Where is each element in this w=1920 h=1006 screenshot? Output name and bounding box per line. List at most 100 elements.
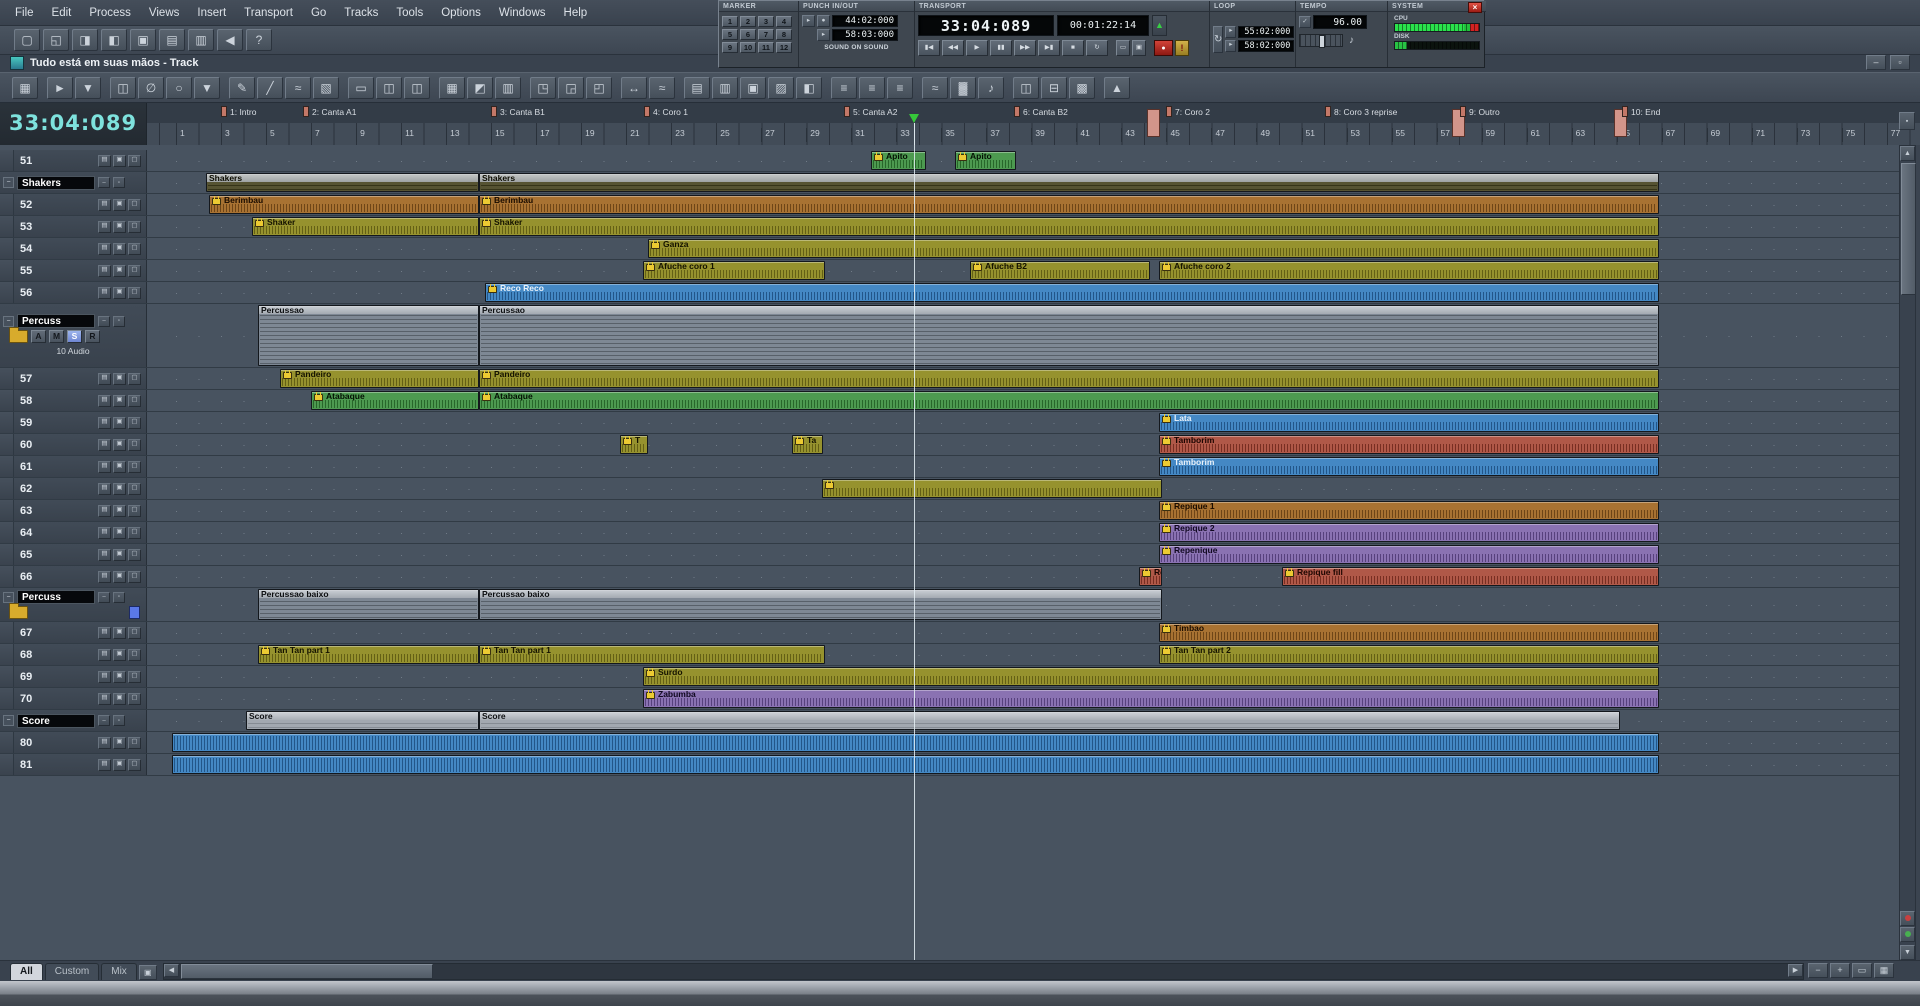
track-options-button[interactable]: ▤: [98, 394, 111, 407]
track-monitor-button[interactable]: ▣: [113, 570, 126, 583]
zoom-tool-button[interactable]: ○: [166, 76, 192, 99]
track-monitor-button[interactable]: ▣: [113, 626, 126, 639]
audio-clip[interactable]: Tan Tan part 1: [258, 645, 479, 664]
audio-clip[interactable]: Apito: [871, 151, 926, 170]
track-lane[interactable]: Afuche coro 1 Afuche B2 Afuche coro 2: [147, 260, 1899, 281]
timeline-marker-6-canta-b2[interactable]: 6: Canta B2: [1014, 106, 1068, 117]
track-lane[interactable]: Berimbau Berimbau: [147, 194, 1899, 215]
copy-button[interactable]: ▤: [159, 29, 185, 51]
folder-collapse-button[interactable]: −: [3, 177, 14, 188]
timeline-marker-8-coro-3-reprise[interactable]: 8: Coro 3 reprise: [1325, 106, 1397, 117]
track-monitor-button[interactable]: ▣: [113, 372, 126, 385]
track-options-button[interactable]: ▤: [98, 504, 111, 517]
bar-number-strip[interactable]: 1 3 5 7 9 11 13 15 17 19 21 23 25 27 29 31 33 35 37 39 41 43 4…: [147, 123, 1920, 145]
marker-strip[interactable]: 1: Intro 2: Canta A1 3: Canta B1 4: Coro 1 5…: [147, 101, 1920, 124]
track-options-button[interactable]: ▤: [98, 154, 111, 167]
menu-process[interactable]: Process: [80, 3, 140, 23]
track-monitor-button[interactable]: ▣: [113, 394, 126, 407]
scroll-down-button[interactable]: ▼: [1900, 945, 1915, 960]
folder-collapse-button[interactable]: −: [3, 715, 14, 726]
marker-button-2[interactable]: 2: [740, 16, 756, 27]
track-lane[interactable]: Percussao Percussao: [147, 304, 1899, 367]
marker-button-8[interactable]: 8: [776, 29, 792, 40]
track-lane[interactable]: T Ta Tamborim: [147, 434, 1899, 455]
tab-custom[interactable]: Custom: [44, 963, 100, 980]
timeline-marker-5-canta-a2[interactable]: 5: Canta A2: [844, 106, 897, 117]
audio-clip[interactable]: Tan Tan part 1: [479, 645, 825, 664]
track-monitor-button[interactable]: ▣: [113, 482, 126, 495]
folder-clip[interactable]: Shakers: [206, 173, 479, 192]
track-record-button[interactable]: ▢: [128, 692, 141, 705]
audio-clip[interactable]: Afuche coro 1: [643, 261, 825, 280]
timeline-marker-4-coro-1[interactable]: 4: Coro 1: [644, 106, 688, 117]
track-options-button[interactable]: ▤: [98, 758, 111, 771]
track-record-button[interactable]: ▢: [128, 626, 141, 639]
audio-clip[interactable]: Shaker: [479, 217, 1659, 236]
track-editor-button[interactable]: ▥: [495, 76, 521, 99]
mute-tool-button[interactable]: ∅: [138, 76, 164, 99]
audio-clip[interactable]: Timbao: [1159, 623, 1659, 642]
audio-clip[interactable]: Pandeiro: [479, 369, 1659, 388]
menu-tools[interactable]: Tools: [387, 3, 432, 23]
compare-window-button[interactable]: ⊟: [1041, 76, 1067, 99]
folder-collapse-button[interactable]: −: [3, 315, 14, 327]
marker-button-5[interactable]: 5: [722, 29, 738, 40]
track-options-button[interactable]: ▤: [98, 416, 111, 429]
audio-clip[interactable]: Tan Tan part 2: [1159, 645, 1659, 664]
track-monitor-button[interactable]: ▣: [113, 736, 126, 749]
master-section-button[interactable]: ▥: [712, 76, 738, 99]
track-record-button[interactable]: ▢: [128, 526, 141, 539]
folder-maximize-button[interactable]: ▫: [113, 591, 125, 603]
track-lane[interactable]: Shakers Shakers: [147, 172, 1899, 193]
audio-clip[interactable]: Atabaque: [479, 391, 1659, 410]
line-tool-button[interactable]: ╱: [257, 76, 283, 99]
marker-button-4[interactable]: 4: [776, 16, 792, 27]
loop-end-marker-button[interactable]: ▸: [1225, 39, 1237, 52]
track-monitor-button[interactable]: ▣: [113, 548, 126, 561]
punch-record-button[interactable]: ●: [817, 15, 830, 27]
marker-button-12[interactable]: 12: [776, 42, 792, 53]
go-to-end-button[interactable]: ▶▮: [1038, 40, 1060, 56]
audio-clip[interactable]: Repenique: [1159, 545, 1659, 564]
track-monitor-button[interactable]: ▣: [113, 416, 126, 429]
piano-window-button[interactable]: ▩: [1069, 76, 1095, 99]
playhead-line[interactable]: [914, 145, 915, 961]
object-editor-button[interactable]: ◳: [530, 76, 556, 99]
audio-clip[interactable]: Ganza: [648, 239, 1659, 258]
audio-clip[interactable]: Reco Reco: [485, 283, 1659, 302]
delete-tool-button[interactable]: ◫: [110, 76, 136, 99]
draw-tool-button[interactable]: ✎: [229, 76, 255, 99]
time-display-window-button[interactable]: ◧: [796, 76, 822, 99]
mixer-window-button[interactable]: ▤: [684, 76, 710, 99]
record-alert-button[interactable]: !: [1175, 40, 1189, 56]
timeline-marker-3-canta-b1[interactable]: 3: Canta B1: [491, 106, 545, 117]
folder-clip[interactable]: Score: [479, 711, 1620, 730]
track-monitor-button[interactable]: ▣: [113, 438, 126, 451]
timeline-marker-9-outro[interactable]: 9: Outro: [1460, 106, 1500, 117]
track-options-button[interactable]: ▤: [98, 548, 111, 561]
track-record-button[interactable]: ▢: [128, 286, 141, 299]
track-record-button[interactable]: ▢: [128, 548, 141, 561]
track-lane[interactable]: Pandeiro Pandeiro: [147, 368, 1899, 389]
track-s-button[interactable]: S: [67, 330, 82, 343]
track-record-button[interactable]: ▢: [128, 482, 141, 495]
object-mute-button[interactable]: ▭: [348, 76, 374, 99]
menu-edit[interactable]: Edit: [43, 3, 81, 23]
track-record-button[interactable]: ▢: [128, 648, 141, 661]
cut-button[interactable]: ▣: [130, 29, 156, 51]
track-options-button[interactable]: ▤: [98, 526, 111, 539]
scroll-right-button[interactable]: ▶: [1788, 964, 1803, 977]
track-options-button[interactable]: ▤: [98, 482, 111, 495]
track-lane[interactable]: Zabumba: [147, 688, 1899, 709]
audio-clip[interactable]: Pandeiro: [280, 369, 479, 388]
track-record-button[interactable]: ▢: [128, 758, 141, 771]
minimize-button[interactable]: –: [1866, 55, 1886, 70]
menu-windows[interactable]: Windows: [490, 3, 555, 23]
zoom-menu-button[interactable]: ▼: [194, 76, 220, 99]
open-project-button[interactable]: ◱: [43, 29, 69, 51]
scroll-up-button[interactable]: ▲: [1900, 146, 1915, 161]
tempo-sync-checkbox[interactable]: ✓: [1299, 16, 1311, 28]
track-lane[interactable]: Repenique: [147, 544, 1899, 565]
folder-clip[interactable]: Percussao baixo: [479, 589, 1162, 620]
track-monitor-button[interactable]: ▣: [113, 198, 126, 211]
